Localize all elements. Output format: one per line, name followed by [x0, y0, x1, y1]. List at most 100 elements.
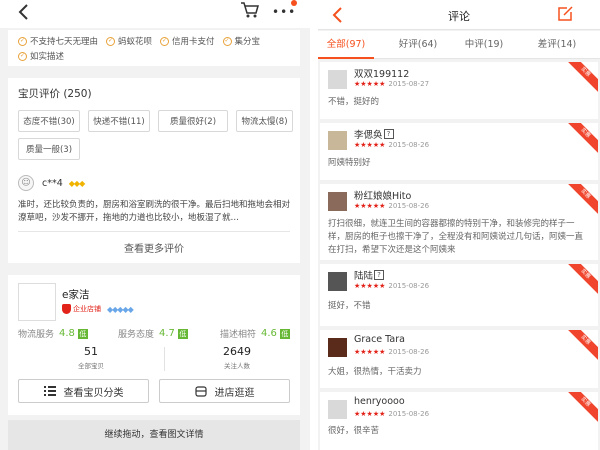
enterprise-shield-icon	[62, 304, 71, 314]
comment-date: 2015-08-27	[388, 80, 430, 88]
comment-date: 2015-08-26	[388, 348, 430, 356]
comment-item[interactable]: 双双199112 ★★★★★ 2015-08-27 不错，挺好的 实惠	[320, 62, 598, 119]
star-icons: ★★★★★	[354, 348, 386, 356]
avatar-icon: ☺	[18, 175, 34, 191]
continue-drag-hint[interactable]: 继续拖动，查看图文详情	[8, 420, 300, 450]
review-tag[interactable]: 物流太慢(8)	[236, 110, 293, 132]
stat-followers[interactable]: 2649 关注人数	[172, 345, 302, 370]
back-arrow-icon[interactable]	[14, 2, 34, 22]
avatar[interactable]	[328, 131, 347, 150]
reviews-title: 宝贝评价 (250)	[18, 88, 92, 100]
comment-date: 2015-08-26	[388, 282, 430, 290]
shop-logo[interactable]	[18, 283, 56, 321]
comment-filter-tabs: 全部(97) 好评(64) 中评(19) 差评(14)	[318, 31, 600, 59]
service-item: ✓ 不支持七天无理由	[18, 34, 98, 48]
shop-section: e家洁 企业店铺 ◆◆◆◆◆ 物流服务 4.8 低 服务态度 4.7 低 描述相符 4.6…	[8, 275, 300, 415]
shop-stats: 51 全部宝贝 2649 关注人数	[18, 345, 298, 373]
enter-shop-button[interactable]: 进店逛逛	[159, 379, 290, 403]
comment-date: 2015-08-26	[388, 141, 430, 149]
comment-username: 李偲奂?	[354, 127, 394, 141]
edit-icon[interactable]	[557, 6, 573, 22]
comment-text: 打扫很细，就连卫生间的容器都擦的特别干净，和装修完的样子一样，厨房的柜子也擦干净…	[328, 219, 584, 255]
shop-name[interactable]: e家洁	[62, 287, 89, 302]
star-icons: ★★★★★	[354, 410, 386, 418]
comment-username: henryoooo	[354, 396, 405, 407]
check-circle-icon: ✓	[160, 36, 170, 46]
corner-badge: 实惠	[568, 123, 598, 153]
service-label: 集分宝	[234, 37, 261, 47]
check-circle-icon: ✓	[18, 51, 27, 61]
comment-item[interactable]: 陆陆? ★★★★★ 2015-08-26 挺好，不错 实惠	[320, 264, 598, 326]
review-user: ☺ c**4 ◆◆◆	[18, 175, 85, 191]
service-item: ✓ 信用卡支付	[160, 34, 215, 48]
review-tag[interactable]: 质量一般(3)	[18, 138, 80, 160]
shop-icon	[194, 385, 207, 397]
comments-panel: 评论 全部(97) 好评(64) 中评(19) 差评(14) 双双199112 ★…	[318, 0, 600, 450]
avatar[interactable]	[328, 192, 347, 211]
question-mark-icon: ?	[374, 270, 385, 280]
tab-positive[interactable]: 好评(64)	[388, 31, 448, 59]
tab-all[interactable]: 全部(97)	[318, 31, 374, 59]
cart-icon[interactable]	[240, 1, 260, 19]
star-icons: ★★★★★	[354, 80, 386, 88]
top-bar: •••	[0, 0, 310, 28]
comment-username: Grace Tara	[354, 334, 405, 345]
review-tag[interactable]: 态度不错(30)	[18, 110, 80, 132]
star-rating: ★★★★★ 2015-08-26	[354, 348, 429, 356]
comment-item[interactable]: 粉红娘娘Hito ★★★★★ 2015-08-26 打扫很细，就连卫生间的容器都擦的特…	[320, 184, 598, 260]
comment-text: 阿姨特别好	[328, 158, 371, 168]
corner-badge: 实惠	[568, 330, 598, 360]
star-icons: ★★★★★	[354, 141, 386, 149]
comment-text: 挺好，不错	[328, 301, 371, 311]
divider	[18, 231, 290, 232]
review-tag[interactable]: 质量很好(2)	[158, 110, 228, 132]
avatar[interactable]	[328, 400, 347, 419]
comment-text: 不错，挺好的	[328, 97, 380, 107]
view-categories-label: 查看宝贝分类	[63, 387, 124, 399]
badge-label: 实惠	[568, 392, 598, 422]
avatar[interactable]	[328, 272, 347, 291]
service-item: ✓ 蚂蚁花呗	[106, 34, 152, 48]
view-more-reviews-link[interactable]: 查看更多评价	[8, 240, 300, 255]
product-detail-panel: ••• ✓ 不支持七天无理由 ✓ 蚂蚁花呗 ✓ 信用卡支付 ✓ 集分宝 ✓ 如实描述 宝贝评价 (…	[0, 0, 310, 450]
view-categories-button[interactable]: 查看宝贝分类	[18, 379, 149, 403]
service-label: 蚂蚁花呗	[118, 37, 153, 47]
stat-all-items[interactable]: 51 全部宝贝	[26, 345, 156, 370]
badge-label: 实惠	[568, 123, 598, 153]
tab-negative[interactable]: 差评(14)	[522, 31, 592, 59]
avatar[interactable]	[328, 338, 347, 357]
review-tag[interactable]: 快递不错(11)	[88, 110, 150, 132]
avatar[interactable]	[328, 70, 347, 89]
divider	[164, 347, 165, 371]
star-rating: ★★★★★ 2015-08-26	[354, 202, 429, 210]
reviews-section: 宝贝评价 (250) 态度不错(30) 快递不错(11) 质量很好(2) 物流太…	[8, 78, 300, 263]
star-rating: ★★★★★ 2015-08-27	[354, 80, 429, 88]
enterprise-label: 企业店铺	[73, 305, 101, 313]
more-icon[interactable]: •••	[272, 6, 296, 18]
star-rating: ★★★★★ 2015-08-26	[354, 282, 429, 290]
review-username: c**4	[42, 177, 63, 189]
service-label: 不支持七天无理由	[30, 37, 99, 47]
score-description: 描述相符 4.6 低	[220, 328, 290, 340]
comment-username: 粉红娘娘Hito	[354, 191, 412, 202]
tab-neutral[interactable]: 中评(19)	[452, 31, 516, 59]
star-icons: ★★★★★	[354, 282, 386, 290]
comment-item[interactable]: Grace Tara ★★★★★ 2015-08-26 大姐，很热情，干活卖力 实惠	[320, 330, 598, 388]
review-text: 准时，还比较负责的，厨房和浴室刷洗的很干净。最后扫地和拖地会相对潦草吧，沙发不挪…	[18, 200, 291, 223]
enter-shop-label: 进店逛逛	[214, 387, 255, 399]
service-label: 如实描述	[30, 52, 65, 62]
shop-scores: 物流服务 4.8 低 服务态度 4.7 低 描述相符 4.6 低	[18, 327, 298, 341]
corner-badge: 实惠	[568, 62, 598, 92]
score-logistics: 物流服务 4.8 低	[18, 328, 88, 340]
service-item: ✓ 如实描述	[18, 49, 64, 63]
comment-text: 大姐，很热情，干活卖力	[328, 367, 422, 377]
comment-text: 很好，很辛苦	[328, 426, 380, 436]
badge-label: 实惠	[568, 264, 598, 294]
comment-item[interactable]: henryoooo ★★★★★ 2015-08-26 很好，很辛苦 实惠	[320, 392, 598, 450]
comment-item[interactable]: 李偲奂? ★★★★★ 2015-08-26 阿姨特别好 实惠	[320, 123, 598, 180]
comment-username: 双双199112	[354, 69, 410, 80]
star-rating: ★★★★★ 2015-08-26	[354, 141, 429, 149]
comments-top-bar: 评论	[318, 0, 600, 30]
check-circle-icon: ✓	[106, 36, 116, 46]
check-circle-icon: ✓	[222, 36, 232, 46]
